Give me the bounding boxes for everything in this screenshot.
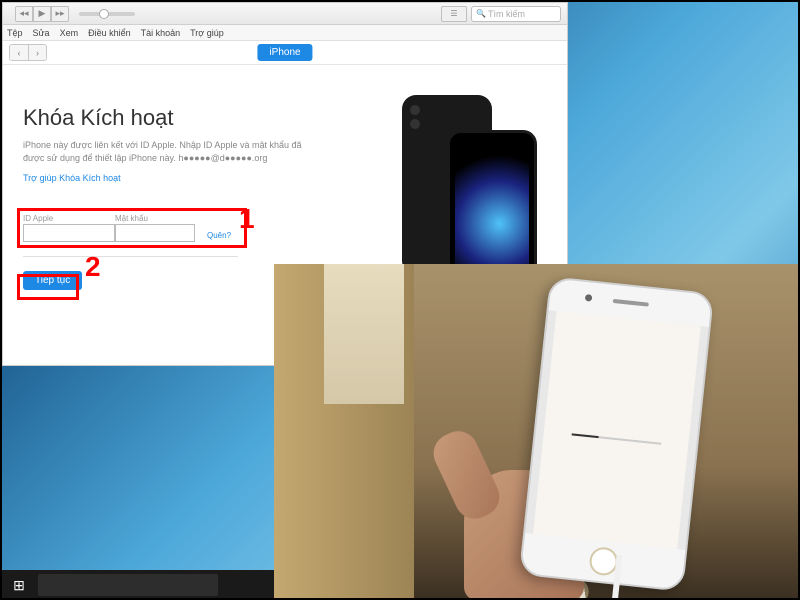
help-link[interactable]: Trợ giúp Khóa Kích hoạt: [23, 173, 121, 183]
password-label: Mật khẩu: [115, 214, 195, 223]
tab-bar: ‹ › iPhone: [3, 41, 567, 65]
nav-forward-button[interactable]: ›: [28, 45, 46, 60]
password-input[interactable]: [115, 224, 195, 242]
continue-button[interactable]: Tiếp tục: [23, 271, 82, 290]
volume-slider[interactable]: [79, 12, 135, 16]
windows-taskbar: ⊞: [0, 570, 274, 600]
annotation-number-2: 2: [85, 251, 101, 283]
page-title: Khóa Kích hoạt: [23, 105, 357, 131]
view-mode-button[interactable]: ☰: [441, 6, 467, 22]
prev-track-button[interactable]: ◂◂: [15, 6, 33, 22]
device-tab-iphone[interactable]: iPhone: [257, 44, 312, 61]
menu-file[interactable]: Tệp: [7, 28, 23, 38]
apple-id-input[interactable]: [23, 224, 115, 242]
menu-controls[interactable]: Điều khiển: [88, 28, 131, 38]
menu-account[interactable]: Tài khoản: [141, 28, 181, 38]
next-track-button[interactable]: ▸▸: [51, 6, 69, 22]
nav-back-button[interactable]: ‹: [10, 45, 28, 60]
taskbar-search[interactable]: [38, 574, 218, 596]
apple-id-label: ID Apple: [23, 214, 115, 223]
annotation-number-1: 1: [239, 203, 255, 235]
menu-bar: Tệp Sửa Xem Điều khiển Tài khoản Trợ giú…: [3, 25, 567, 41]
page-description: iPhone này được liên kết với ID Apple. N…: [23, 139, 303, 164]
playback-controls: ◂◂ ▶ ▸▸: [9, 6, 135, 22]
forgot-link[interactable]: Quên?: [207, 231, 231, 240]
start-button[interactable]: ⊞: [0, 570, 38, 600]
menu-view[interactable]: Xem: [60, 28, 79, 38]
divider: [23, 256, 238, 257]
search-input[interactable]: Tìm kiếm: [471, 6, 561, 22]
play-button[interactable]: ▶: [33, 6, 51, 22]
photo-iphone-in-hand: [274, 264, 800, 600]
titlebar: ◂◂ ▶ ▸▸ ☰ Tìm kiếm: [3, 3, 567, 25]
menu-edit[interactable]: Sửa: [33, 28, 50, 38]
menu-help[interactable]: Trợ giúp: [190, 28, 224, 38]
iphone-device: [519, 276, 714, 592]
progress-bar: [571, 433, 661, 444]
